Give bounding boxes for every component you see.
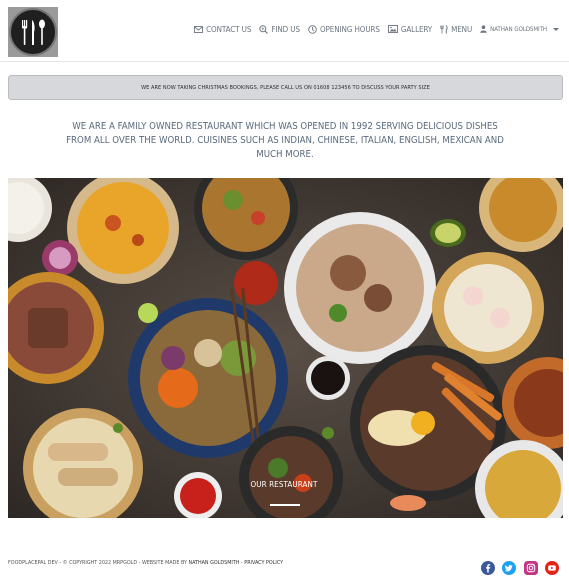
facebook-link[interactable] — [481, 561, 495, 575]
youtube-link[interactable] — [545, 561, 559, 575]
utensils-logo-icon — [22, 19, 45, 45]
nav-gallery[interactable]: Gallery — [387, 24, 433, 34]
privacy-policy-link[interactable]: Privacy Policy — [244, 560, 283, 566]
instagram-link[interactable] — [524, 561, 538, 575]
utensils-icon — [440, 24, 448, 33]
facebook-icon — [481, 561, 495, 575]
nav-gallery-label: Gallery — [400, 24, 433, 34]
instagram-icon — [524, 561, 538, 575]
user-icon — [480, 25, 487, 33]
nav-contact-us[interactable]: Contact Us — [194, 25, 251, 34]
user-dropdown[interactable]: Nathan Goldsmith — [480, 25, 559, 33]
chevron-down-icon — [553, 27, 559, 31]
search-icon — [259, 24, 269, 34]
footer-text: FoodPlacePal Dev - © Copyright 2022 MrPG… — [8, 560, 283, 566]
twitter-link[interactable] — [502, 561, 516, 575]
footer-copyright: - © Copyright 2022 MrPGold - Website mad… — [57, 560, 189, 566]
navbar: Contact Us Find Us Opening Hours Gallery… — [0, 0, 569, 62]
image-icon — [387, 25, 398, 33]
user-name-label: Nathan Goldsmith — [490, 25, 547, 33]
clock-icon — [308, 24, 317, 34]
nav-contact-us-label: Contact Us — [206, 24, 252, 34]
nav-find-us[interactable]: Find Us — [259, 25, 300, 34]
logo[interactable] — [8, 7, 58, 57]
announcement-banner: We are now taking Christmas bookings, pl… — [8, 75, 563, 100]
twitter-icon — [502, 561, 516, 575]
hero-food-image — [8, 178, 563, 518]
envelope-icon — [194, 25, 204, 33]
nav-links: Contact Us Find Us Opening Hours Gallery… — [194, 22, 559, 36]
youtube-icon — [545, 561, 559, 575]
footer-brand: FoodPlacePal Dev — [8, 560, 58, 566]
intro-text: We are a family owned restaurant which w… — [66, 121, 504, 160]
announcement-text: We are now taking Christmas bookings, pl… — [141, 84, 430, 91]
footer-author-link[interactable]: Nathan Goldsmith — [188, 560, 239, 566]
nav-menu[interactable]: Menu — [440, 25, 472, 34]
nav-opening-hours[interactable]: Opening Hours — [308, 25, 380, 34]
nav-menu-label: Menu — [451, 24, 473, 34]
logo-circle — [9, 8, 57, 56]
nav-opening-hours-label: Opening Hours — [319, 24, 380, 34]
food-spread-illustration — [8, 178, 563, 518]
nav-find-us-label: Find Us — [271, 24, 300, 34]
hero-caption-underline — [270, 504, 300, 506]
hero-caption[interactable]: Our Restaurant — [244, 480, 324, 489]
